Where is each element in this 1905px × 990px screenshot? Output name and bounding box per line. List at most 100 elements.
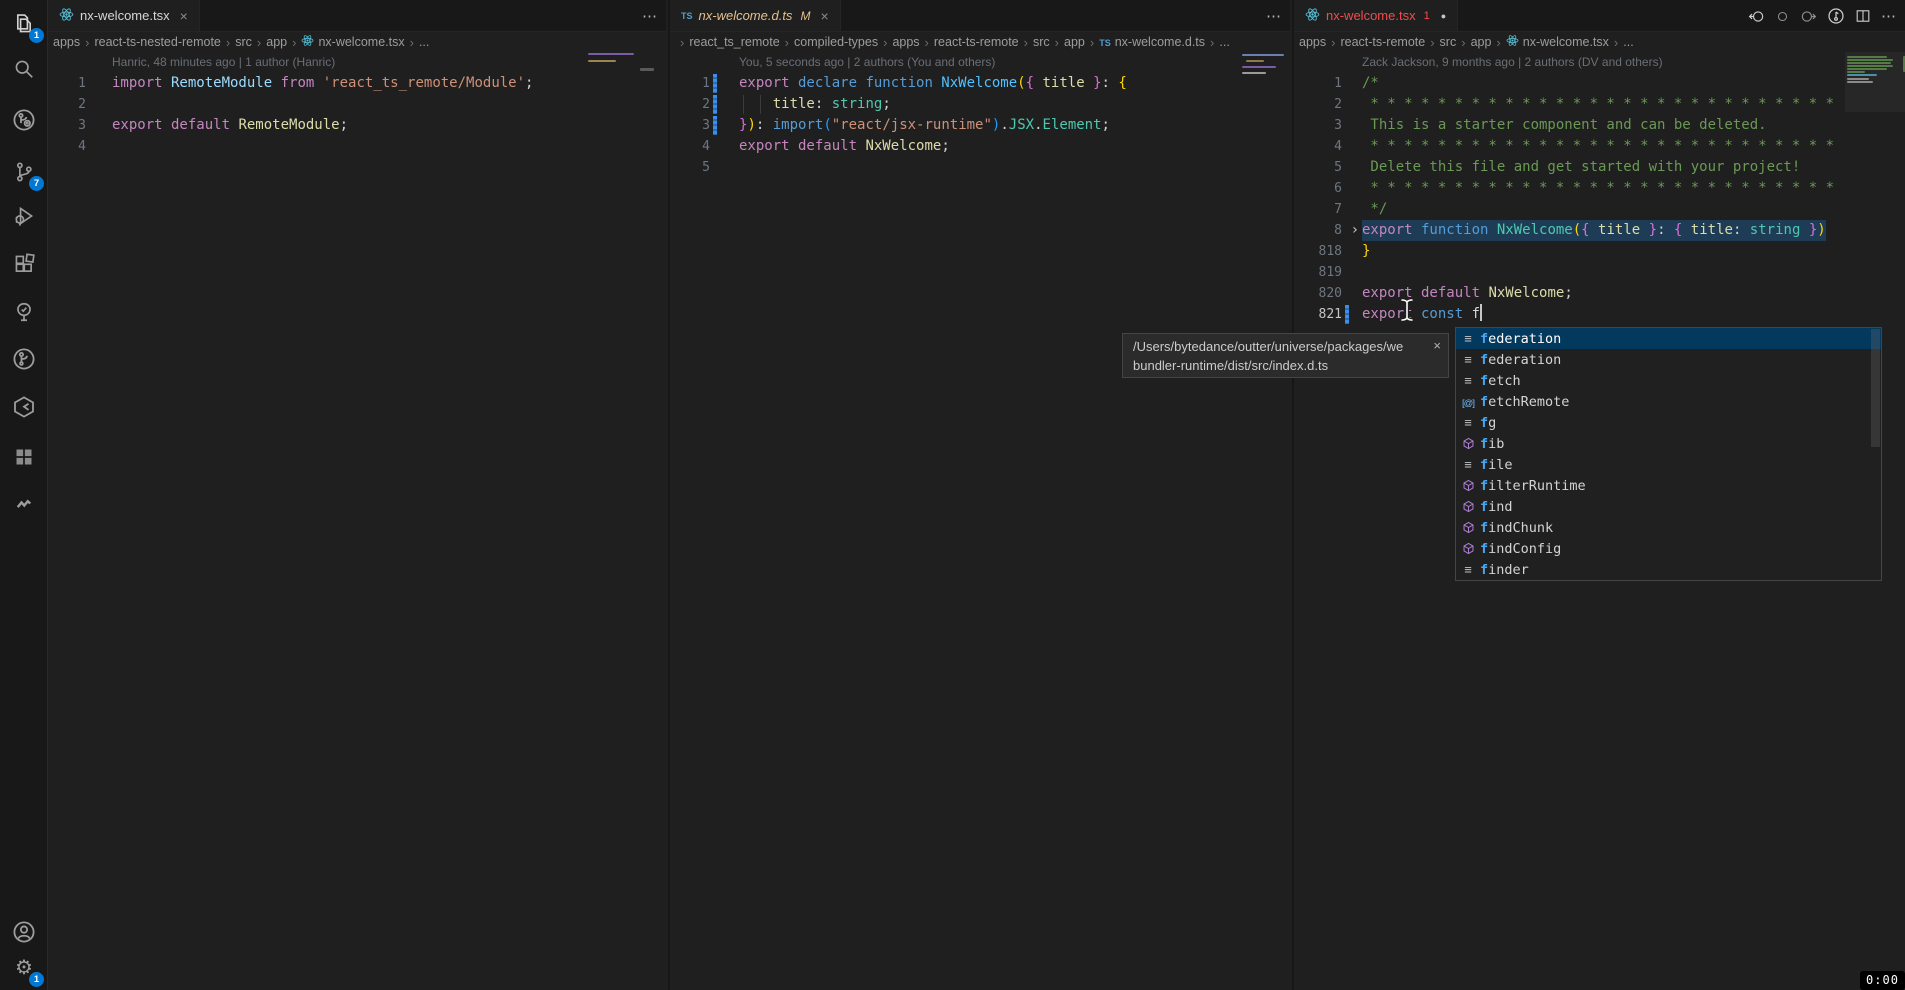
extensions-icon[interactable] bbox=[8, 248, 40, 280]
code-line[interactable]: 2 bbox=[48, 94, 666, 115]
hexagon-logo-icon[interactable] bbox=[8, 391, 40, 423]
code-line[interactable]: 8›export function NxWelcome({ title }: {… bbox=[1294, 220, 1905, 241]
breadcrumb-item[interactable]: ... bbox=[1219, 35, 1229, 49]
code-line[interactable]: 6 * * * * * * * * * * * * * * * * * * * … bbox=[1294, 178, 1905, 199]
more-actions-icon[interactable]: ⋯ bbox=[642, 7, 658, 25]
suggestion-item[interactable]: [@]fetchRemote bbox=[1456, 391, 1881, 412]
breadcrumb-item[interactable]: apps bbox=[892, 35, 919, 49]
code-text[interactable]: Delete this file and get started with yo… bbox=[1362, 157, 1800, 178]
suggestion-item[interactable]: ≡fg bbox=[1456, 412, 1881, 433]
code-line[interactable]: 4 * * * * * * * * * * * * * * * * * * * … bbox=[1294, 136, 1905, 157]
code-text[interactable]: }): import("react/jsx-runtime").JSX.Elem… bbox=[739, 115, 1110, 136]
code-line[interactable]: 3 export default RemoteModule; bbox=[48, 115, 666, 136]
code-text[interactable]: } bbox=[1362, 241, 1370, 262]
breadcrumb-item[interactable]: src bbox=[1440, 35, 1457, 49]
tree-icon[interactable] bbox=[8, 296, 40, 328]
breadcrumb-item[interactable]: ... bbox=[419, 35, 429, 49]
close-icon[interactable]: × bbox=[180, 8, 188, 24]
line-number[interactable]: 4 bbox=[670, 136, 710, 157]
line-number[interactable]: 3 bbox=[48, 115, 86, 136]
breadcrumb-item[interactable]: src bbox=[1033, 35, 1050, 49]
suggestion-item[interactable]: ≡fetch bbox=[1456, 370, 1881, 391]
suggestion-item[interactable]: ≡federation bbox=[1456, 328, 1881, 349]
breadcrumb-item[interactable]: app bbox=[266, 35, 287, 49]
line-number[interactable]: 819 bbox=[1294, 262, 1342, 283]
line-number[interactable]: 4 bbox=[1294, 136, 1342, 157]
zigzag-icon[interactable] bbox=[8, 488, 40, 520]
code-line[interactable]: 5 Delete this file and get started with … bbox=[1294, 157, 1905, 178]
code-text[interactable]: * * * * * * * * * * * * * * * * * * * * … bbox=[1362, 94, 1834, 115]
code-line[interactable]: 1/* bbox=[1294, 73, 1905, 94]
code-text[interactable]: This is a starter component and can be d… bbox=[1362, 115, 1767, 136]
line-number[interactable]: 1 bbox=[1294, 73, 1342, 94]
app-grid-icon[interactable] bbox=[8, 441, 40, 473]
code-text[interactable]: * * * * * * * * * * * * * * * * * * * * … bbox=[1362, 178, 1834, 199]
breadcrumb-item[interactable]: app bbox=[1064, 35, 1085, 49]
code-line[interactable]: 1export declare function NxWelcome({ tit… bbox=[670, 73, 1290, 94]
tooltip-path-line2[interactable]: bundler-runtime/dist/src/index.d.ts bbox=[1133, 356, 1438, 375]
code-text[interactable]: import RemoteModule from 'react_ts_remot… bbox=[112, 73, 533, 94]
suggestion-item[interactable]: ≡finder bbox=[1456, 559, 1881, 580]
fold-chevron-icon[interactable]: › bbox=[1351, 220, 1359, 241]
code-text[interactable]: export default NxWelcome; bbox=[739, 136, 950, 157]
git-blame-codelens[interactable]: Zack Jackson, 9 months ago | 2 authors (… bbox=[1294, 52, 1905, 73]
breadcrumb-item[interactable]: nx-welcome.tsx bbox=[301, 34, 404, 50]
line-number[interactable]: 4 bbox=[48, 136, 86, 157]
circled-commit-icon[interactable] bbox=[8, 343, 40, 375]
nav-back-icon[interactable] bbox=[1748, 8, 1765, 25]
code-text[interactable]: export const f bbox=[1362, 304, 1482, 325]
minimap[interactable] bbox=[1845, 52, 1905, 112]
line-number[interactable]: 2 bbox=[670, 94, 710, 115]
line-number[interactable]: 1 bbox=[48, 73, 86, 94]
line-number[interactable]: 5 bbox=[670, 157, 710, 178]
code-line[interactable]: 1 import RemoteModule from 'react_ts_remo… bbox=[48, 73, 666, 94]
breadcrumb-item[interactable]: react-ts-remote bbox=[1340, 35, 1425, 49]
breadcrumb-item[interactable]: apps bbox=[53, 35, 80, 49]
suggestion-item[interactable]: filterRuntime bbox=[1456, 475, 1881, 496]
run-commit-icon[interactable] bbox=[1827, 7, 1845, 25]
line-number[interactable]: 2 bbox=[48, 94, 86, 115]
code-text[interactable]: title: string; bbox=[739, 94, 891, 115]
settings-gear-icon[interactable]: ⚙ 1 bbox=[8, 952, 40, 984]
more-actions-icon[interactable]: ⋯ bbox=[1881, 7, 1897, 25]
line-number[interactable]: 3 bbox=[670, 115, 710, 136]
code-line[interactable]: 819 bbox=[1294, 262, 1905, 283]
code-line[interactable]: 821export const f bbox=[1294, 304, 1905, 325]
dropdown-scrollbar[interactable] bbox=[1871, 329, 1880, 447]
tab-nx-welcome-dts[interactable]: TS nx-welcome.d.ts M × bbox=[670, 0, 841, 31]
split-editor-icon[interactable] bbox=[1855, 8, 1871, 24]
breadcrumb-item[interactable]: react_ts_remote bbox=[689, 35, 779, 49]
suggestion-item[interactable]: findChunk bbox=[1456, 517, 1881, 538]
search-icon[interactable] bbox=[8, 53, 40, 85]
code-line[interactable]: 818} bbox=[1294, 241, 1905, 262]
breadcrumb-item[interactable]: react-ts-remote bbox=[934, 35, 1019, 49]
suggestion-item[interactable]: fib bbox=[1456, 433, 1881, 454]
breadcrumb-item[interactable]: ... bbox=[1623, 35, 1633, 49]
code-line[interactable]: 4 export default NxWelcome; bbox=[670, 136, 1290, 157]
more-actions-icon[interactable]: ⋯ bbox=[1266, 7, 1282, 25]
line-number[interactable]: 820 bbox=[1294, 283, 1342, 304]
code-line[interactable]: 3 This is a starter component and can be… bbox=[1294, 115, 1905, 136]
suggestion-item[interactable]: find bbox=[1456, 496, 1881, 517]
editor-middle[interactable]: You, 5 seconds ago | 2 authors (You and … bbox=[670, 52, 1290, 178]
line-number[interactable]: 8› bbox=[1294, 220, 1342, 241]
nav-forward-icon[interactable] bbox=[1800, 8, 1817, 25]
suggestion-item[interactable]: ≡file bbox=[1456, 454, 1881, 475]
dirty-dot-icon[interactable]: ● bbox=[1441, 11, 1446, 21]
git-blame-codelens[interactable]: You, 5 seconds ago | 2 authors (You and … bbox=[670, 52, 1290, 73]
code-line[interactable]: 5 bbox=[670, 157, 1290, 178]
tooltip-path-line1[interactable]: /Users/bytedance/outter/universe/package… bbox=[1133, 337, 1438, 356]
line-number[interactable]: 5 bbox=[1294, 157, 1342, 178]
breadcrumb-item[interactable]: apps bbox=[1299, 35, 1326, 49]
breadcrumb-item[interactable]: compiled-types bbox=[794, 35, 878, 49]
breadcrumb-item[interactable]: react-ts-nested-remote bbox=[94, 35, 220, 49]
run-and-debug-icon[interactable] bbox=[8, 200, 40, 232]
code-text[interactable]: export default RemoteModule; bbox=[112, 115, 348, 136]
close-icon[interactable]: × bbox=[820, 8, 828, 24]
close-icon[interactable]: × bbox=[1433, 336, 1441, 355]
code-text[interactable]: export declare function NxWelcome({ titl… bbox=[739, 73, 1127, 94]
tab-nx-welcome-tsx-right[interactable]: nx-welcome.tsx 1 ● bbox=[1294, 0, 1458, 31]
git-blame-codelens[interactable]: Hanric, 48 minutes ago | 1 author (Hanri… bbox=[48, 52, 666, 73]
code-line[interactable]: 2 * * * * * * * * * * * * * * * * * * * … bbox=[1294, 94, 1905, 115]
breadcrumb-item[interactable]: app bbox=[1471, 35, 1492, 49]
